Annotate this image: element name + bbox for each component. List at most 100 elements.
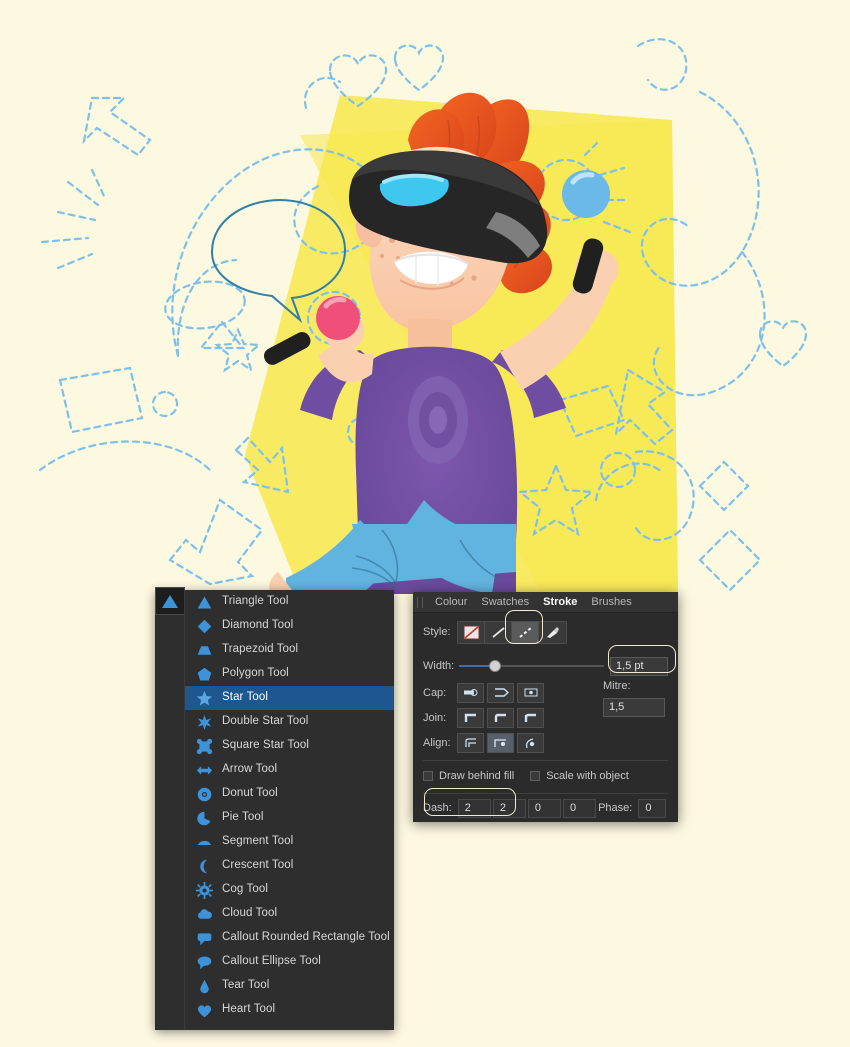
tool-item-double-star-tool[interactable]: Double Star Tool — [185, 710, 394, 734]
tool-item-cloud-tool[interactable]: Cloud Tool — [185, 902, 394, 926]
width-slider[interactable] — [459, 659, 604, 673]
tool-item-callout-ellipse-tool[interactable]: Callout Ellipse Tool — [185, 950, 394, 974]
cloud-icon — [197, 908, 212, 919]
round-join-button[interactable] — [487, 707, 514, 728]
crescent-icon — [199, 859, 207, 873]
polygon-icon — [197, 667, 211, 680]
mitre-value-field[interactable]: 1,5 — [603, 698, 665, 717]
tool-item-label: Arrow Tool — [222, 763, 278, 776]
panel-drag-grip[interactable] — [417, 596, 423, 608]
style-button-group[interactable] — [457, 620, 567, 644]
heart-icon — [193, 1000, 215, 1020]
tool-item-segment-tool[interactable]: Segment Tool — [185, 830, 394, 854]
diamond-icon — [193, 616, 215, 636]
butt-cap-button[interactable] — [457, 682, 484, 703]
tool-item-label: Pie Tool — [222, 811, 264, 824]
dash-field-3[interactable]: 0 — [527, 798, 561, 818]
brush-stroke-button[interactable] — [539, 621, 566, 643]
tool-item-square-star-tool[interactable]: Square Star Tool — [185, 734, 394, 758]
no-stroke-button[interactable] — [458, 621, 485, 643]
align-label: Align: — [423, 736, 451, 749]
stroke-panel[interactable]: Colour Swatches Stroke Brushes Style: Wi… — [413, 592, 678, 822]
square-star-icon — [193, 736, 215, 756]
shirt-graphic — [408, 376, 468, 464]
polygon-icon — [193, 664, 215, 684]
tool-item-arrow-tool[interactable]: Arrow Tool — [185, 758, 394, 782]
square-cap-button[interactable] — [517, 682, 544, 703]
dash-field-1[interactable]: 2 — [457, 798, 491, 818]
tool-item-label: Tear Tool — [222, 979, 270, 992]
tool-list[interactable]: Triangle Tool Diamond Tool Trapezoid Tool P… — [184, 590, 394, 1030]
tab-brushes[interactable]: Brushes — [584, 592, 638, 613]
donut-icon — [193, 784, 215, 804]
width-slider-knob[interactable] — [489, 660, 502, 672]
phase-field[interactable]: 0 — [638, 798, 667, 818]
align-inside-button[interactable] — [487, 732, 514, 753]
dash-field-4[interactable]: 0 — [562, 798, 597, 818]
cog-icon — [195, 881, 213, 899]
arrow-icon — [196, 765, 212, 775]
draw-behind-fill-label: Draw behind fill — [439, 770, 515, 782]
tool-item-triangle-tool[interactable]: Triangle Tool — [185, 590, 394, 614]
tool-item-polygon-tool[interactable]: Polygon Tool — [185, 662, 394, 686]
callout-rounded-rect-icon — [197, 932, 211, 945]
tool-item-tear-tool[interactable]: Tear Tool — [185, 974, 394, 998]
tab-stroke[interactable]: Stroke — [536, 592, 584, 613]
tool-item-trapezoid-tool[interactable]: Trapezoid Tool — [185, 638, 394, 662]
dashed-line-button[interactable] — [512, 621, 539, 643]
pie-icon — [196, 811, 210, 825]
triangle-icon — [162, 595, 178, 608]
tool-item-cog-tool[interactable]: Cog Tool — [185, 878, 394, 902]
align-outside-button[interactable] — [517, 732, 544, 753]
triangle-icon — [197, 596, 211, 608]
square-star-icon — [196, 738, 212, 754]
scale-with-object-checkbox[interactable] — [530, 771, 541, 781]
tool-item-label: Diamond Tool — [222, 619, 294, 632]
callout-ellipse-icon — [193, 952, 215, 972]
draw-behind-fill-checkbox[interactable] — [423, 771, 433, 781]
cog-icon — [193, 880, 215, 900]
heart-icon — [197, 1004, 211, 1017]
tool-item-diamond-tool[interactable]: Diamond Tool — [185, 614, 394, 638]
double-star-icon — [193, 712, 215, 732]
tool-item-label: Double Star Tool — [222, 715, 309, 728]
current-tool-button[interactable] — [155, 587, 185, 615]
star-icon — [193, 688, 215, 708]
solid-line-button[interactable] — [485, 621, 512, 643]
join-label: Join: — [423, 711, 447, 724]
tool-item-crescent-tool[interactable]: Crescent Tool — [185, 854, 394, 878]
checkbox-row: Draw behind fill Scale with object — [413, 764, 678, 788]
align-centre-button[interactable] — [457, 732, 484, 753]
tool-item-label: Star Tool — [222, 691, 269, 704]
arrow-icon — [193, 760, 215, 780]
segment-icon — [193, 832, 215, 852]
round-cap-button[interactable] — [487, 682, 514, 703]
tool-item-heart-tool[interactable]: Heart Tool — [185, 998, 394, 1022]
tool-item-label: Heart Tool — [222, 1003, 276, 1016]
width-value-field[interactable]: 1,5 pt — [610, 656, 668, 676]
tool-item-pie-tool[interactable]: Pie Tool — [185, 806, 394, 830]
shape-tools-flyout-menu[interactable]: Triangle Tool Diamond Tool Trapezoid Tool P… — [155, 587, 394, 1030]
dash-field-2[interactable]: 2 — [492, 798, 526, 818]
panel-tab-bar[interactable]: Colour Swatches Stroke Brushes — [413, 592, 678, 613]
tool-item-label: Donut Tool — [222, 787, 278, 800]
diamond-icon — [197, 619, 211, 633]
donut-icon — [197, 787, 211, 801]
tab-colour[interactable]: Colour — [428, 592, 474, 613]
callout-ellipse-icon — [197, 956, 211, 969]
tool-item-callout-rounded-rectangle-tool[interactable]: Callout Rounded Rectangle Tool — [185, 926, 394, 950]
tool-item-label: Segment Tool — [222, 835, 294, 848]
cap-label: Cap: — [423, 686, 447, 699]
miter-join-button[interactable] — [457, 707, 484, 728]
double-star-icon — [197, 714, 211, 730]
tab-swatches[interactable]: Swatches — [474, 592, 536, 613]
tool-item-label: Square Star Tool — [222, 739, 310, 752]
bevel-join-button[interactable] — [517, 707, 544, 728]
scale-with-object-label: Scale with object — [546, 770, 629, 782]
divider-above-dash — [423, 793, 668, 794]
callout-rounded-rect-icon — [193, 928, 215, 948]
tool-item-star-tool[interactable]: Star Tool — [185, 686, 394, 710]
cloud-icon — [193, 904, 215, 924]
tool-item-donut-tool[interactable]: Donut Tool — [185, 782, 394, 806]
trapezoid-icon — [193, 640, 215, 660]
